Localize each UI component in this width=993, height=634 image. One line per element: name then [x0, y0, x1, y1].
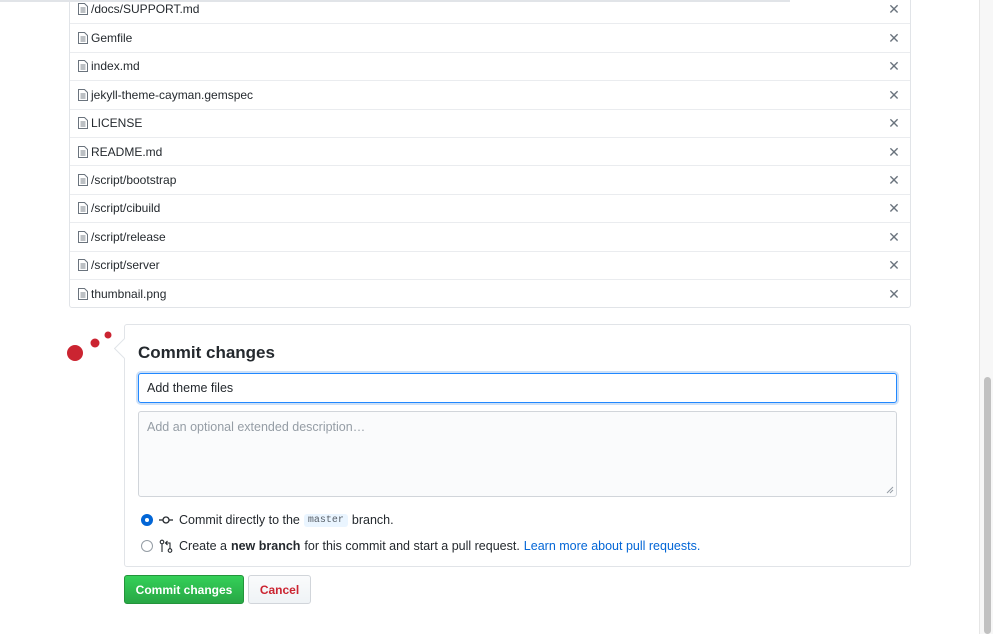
commit-form: Commit changes Commit directly to the ma… [124, 324, 911, 567]
commit-direct-option[interactable]: Commit directly to the master branch. [141, 513, 394, 527]
commit-form-title: Commit changes [138, 343, 275, 362]
file-row: /script/release ✕ [70, 222, 910, 250]
file-entry: README.md [78, 145, 162, 159]
file-icon [78, 230, 88, 243]
remove-file-icon[interactable]: ✕ [887, 201, 901, 215]
cancel-button[interactable]: Cancel [248, 575, 311, 604]
file-list: /docs/SUPPORT.md ✕ Gemfile ✕ index.md ✕ jekyll… [69, 0, 911, 309]
commit-direct-radio[interactable] [141, 514, 153, 526]
file-icon [78, 60, 88, 73]
file-icon [78, 3, 88, 16]
file-name: /script/cibuild [91, 201, 161, 216]
file-row: /script/bootstrap ✕ [70, 165, 910, 193]
commit-direct-suffix: branch. [351, 513, 394, 527]
file-row: Gemfile ✕ [70, 23, 910, 51]
file-icon [78, 145, 88, 158]
git-pull-request-icon [159, 539, 173, 553]
file-entry: /script/server [78, 258, 160, 272]
file-icon [78, 117, 88, 130]
file-icon [78, 174, 88, 187]
file-name: thumbnail.png [91, 286, 167, 301]
file-entry: index.md [78, 59, 140, 73]
file-row: thumbnail.png ✕ [70, 278, 910, 307]
file-name: index.md [91, 59, 140, 74]
new-branch-suffix: for this commit and start a pull request… [304, 539, 520, 553]
file-entry: thumbnail.png [78, 287, 166, 301]
remove-file-icon[interactable]: ✕ [887, 59, 901, 73]
file-name: README.md [91, 144, 163, 159]
file-row: /docs/SUPPORT.md ✕ [70, 0, 910, 23]
file-name: /script/bootstrap [91, 173, 177, 188]
new-branch-option[interactable]: Create a new branch for this commit and … [141, 539, 700, 553]
scrollbar-thumb[interactable] [984, 377, 991, 634]
file-entry: /script/cibuild [78, 201, 160, 215]
file-row: /script/cibuild ✕ [70, 193, 910, 222]
remove-file-icon[interactable]: ✕ [887, 230, 901, 244]
file-entry: Gemfile [78, 31, 132, 45]
file-row: jekyll-theme-cayman.gemspec ✕ [70, 80, 910, 108]
file-icon [78, 88, 88, 101]
resize-grip-icon[interactable] [886, 486, 894, 494]
file-name: /docs/SUPPORT.md [91, 2, 200, 17]
commit-summary-input[interactable] [138, 373, 897, 403]
file-name: /script/release [91, 229, 166, 244]
file-entry: /script/bootstrap [78, 173, 176, 187]
remove-file-icon[interactable]: ✕ [887, 287, 901, 301]
commit-direct-prefix: Commit directly to the [179, 513, 300, 527]
remove-file-icon[interactable]: ✕ [887, 258, 901, 272]
file-icon [78, 259, 88, 272]
file-icon [78, 287, 88, 300]
file-entry: /docs/SUPPORT.md [78, 2, 199, 16]
remove-file-icon[interactable]: ✕ [887, 116, 901, 130]
user-avatar[interactable] [66, 330, 114, 368]
file-row: index.md ✕ [70, 51, 910, 80]
new-branch-bold: new branch [230, 539, 301, 553]
file-entry: /script/release [78, 230, 166, 244]
page-scrollbar[interactable] [979, 0, 993, 634]
file-entry: LICENSE [78, 116, 142, 130]
file-name: LICENSE [91, 116, 143, 131]
file-name: /script/server [91, 258, 160, 273]
remove-file-icon[interactable]: ✕ [887, 2, 901, 16]
file-entry: jekyll-theme-cayman.gemspec [78, 88, 253, 102]
git-commit-icon [159, 516, 173, 524]
remove-file-icon[interactable]: ✕ [887, 145, 901, 159]
commit-changes-button[interactable]: Commit changes [124, 575, 244, 604]
file-name: jekyll-theme-cayman.gemspec [91, 87, 254, 102]
file-row: LICENSE ✕ [70, 108, 910, 137]
branch-name-badge: master [303, 513, 348, 527]
learn-more-pull-requests-link[interactable]: Learn more about pull requests. [524, 539, 701, 553]
remove-file-icon[interactable]: ✕ [887, 88, 901, 102]
remove-file-icon[interactable]: ✕ [887, 173, 901, 187]
remove-file-icon[interactable]: ✕ [887, 31, 901, 45]
file-row: README.md ✕ [70, 136, 910, 165]
file-icon [78, 202, 88, 215]
file-name: Gemfile [91, 31, 133, 46]
file-row: /script/server ✕ [70, 250, 910, 279]
commit-description-input[interactable] [138, 411, 897, 497]
new-branch-prefix: Create a [179, 539, 227, 553]
file-icon [78, 32, 88, 45]
new-branch-radio[interactable] [141, 540, 153, 552]
